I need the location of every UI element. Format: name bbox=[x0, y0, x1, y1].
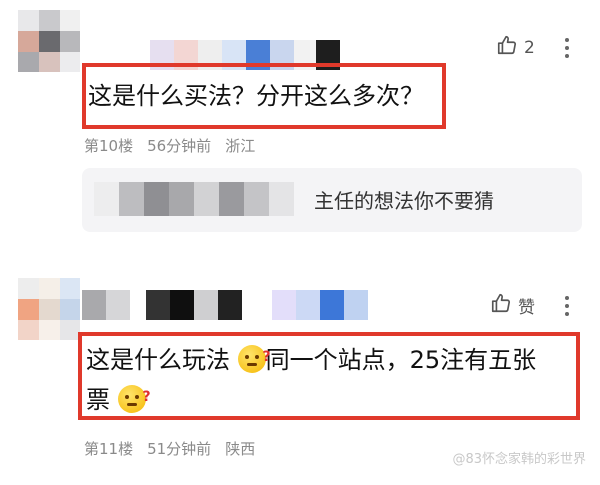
comment-meta: 第10楼 56分钟前 浙江 bbox=[84, 135, 255, 156]
like-button[interactable]: 2 bbox=[496, 34, 535, 61]
reply-text: 主任的想法你不要猜 bbox=[314, 189, 494, 213]
comment-text-part-3: 票 bbox=[86, 386, 110, 414]
thumbs-up-icon bbox=[496, 34, 518, 61]
more-vertical-icon[interactable] bbox=[564, 38, 570, 58]
avatar[interactable] bbox=[18, 10, 80, 72]
location: 浙江 bbox=[225, 137, 256, 155]
like-count: 2 bbox=[524, 37, 535, 58]
like-button[interactable]: 赞 bbox=[490, 292, 535, 319]
avatar[interactable] bbox=[18, 278, 80, 340]
floor-number: 第10楼 bbox=[84, 137, 134, 155]
comment-meta: 第11楼 51分钟前 陕西 bbox=[84, 438, 255, 459]
more-vertical-icon[interactable] bbox=[564, 296, 570, 316]
like-label: 赞 bbox=[518, 298, 535, 318]
thinking-emoji-icon: ? bbox=[237, 345, 271, 373]
comment-floor-10: 2 这是什么买法？分开这么多次？ 第10楼 56分钟前 浙江 主任的想法你不要猜 bbox=[0, 0, 600, 268]
comment-text: 这是什么玩法 ? 同一个站点，25注有五张 bbox=[86, 340, 536, 380]
location: 陕西 bbox=[225, 440, 256, 458]
comment-text-line-2: 票 ? bbox=[86, 380, 151, 420]
timestamp: 56分钟前 bbox=[147, 137, 212, 155]
timestamp: 51分钟前 bbox=[147, 440, 212, 458]
comment-text: 这是什么买法？分开这么多次？ bbox=[88, 82, 424, 110]
reply-preview[interactable]: 主任的想法你不要猜 bbox=[82, 168, 582, 232]
reply-username-mosaic bbox=[94, 182, 294, 216]
floor-number: 第11楼 bbox=[84, 440, 134, 458]
comment-text-part-1: 这是什么玩法 bbox=[86, 346, 230, 374]
thumbs-up-icon bbox=[490, 292, 512, 319]
thinking-emoji-icon: ? bbox=[117, 385, 151, 413]
watermark: @83怀念家韩的彩世界 bbox=[452, 452, 586, 467]
comment-text-part-2: 同一个站点，25注有五张 bbox=[265, 346, 537, 374]
username-mosaic[interactable] bbox=[82, 290, 382, 320]
